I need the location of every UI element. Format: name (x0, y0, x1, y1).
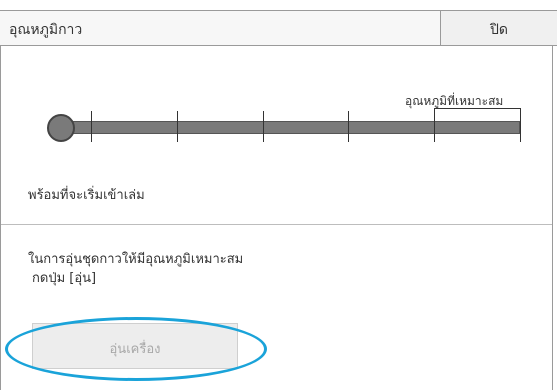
temperature-track (64, 121, 520, 134)
page-title: อุณหภูมิกาว (9, 22, 83, 38)
temperature-indicator-knob (47, 114, 75, 142)
close-button[interactable]: ปิด (440, 10, 557, 46)
close-button-label: ปิด (490, 22, 508, 38)
scale-tick (177, 111, 178, 142)
scale-tick (348, 111, 349, 142)
status-text: พร้อมที่จะเริ่มเข้าเล่ม (28, 188, 145, 203)
glue-temperature-panel: อุณหภูมิกาว ปิด อุณหภูมิที่เหมาะสม พร้อม… (0, 0, 557, 390)
panel-right-border (552, 46, 553, 390)
optimal-range-label: อุณหภูมิที่เหมาะสม (405, 94, 504, 108)
scale-tick (91, 111, 92, 142)
instruction-line-2: กดปุ่ม [อุ่น] (32, 271, 97, 286)
instruction-line-1: ในการอุ่นชุดกาวให้มีอุณหภูมิเหมาะสม (28, 252, 244, 267)
panel-left-border (0, 46, 1, 390)
section-divider (1, 224, 552, 225)
header-bar: อุณหภูมิกาว ปิด (0, 10, 557, 46)
highlight-ellipse (5, 317, 267, 381)
scale-tick (263, 111, 264, 142)
